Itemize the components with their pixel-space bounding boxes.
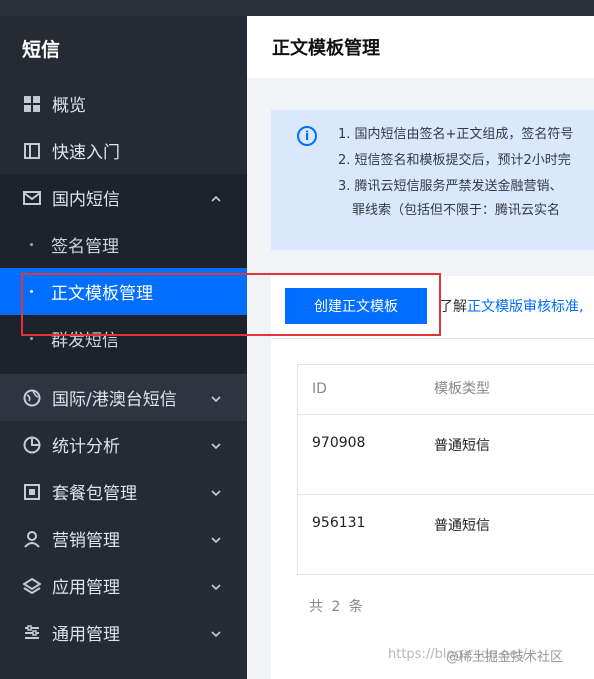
main-content: 正文模板管理 i 1. 国内短信由签名+正文组成，签名符号 2. 短信签名和模板… bbox=[247, 16, 594, 679]
sidebar-item-label: 套餐包管理 bbox=[52, 484, 137, 504]
cell-type: 普通短信 bbox=[434, 438, 490, 454]
sidebar: 短信 概览 快速入门 国内短信 签名管理 正文模板管理 群发短信 国际/港澳台短… bbox=[0, 16, 247, 679]
bullet-icon bbox=[30, 337, 33, 340]
chevron-down-icon bbox=[211, 438, 221, 452]
cell-id: 956131 bbox=[312, 515, 366, 531]
book-icon bbox=[22, 141, 42, 161]
cell-id: 970908 bbox=[312, 435, 366, 451]
sidebar-group-domestic-sms[interactable]: 国内短信 bbox=[0, 174, 247, 221]
sidebar-item-package[interactable]: 套餐包管理 bbox=[0, 468, 247, 515]
review-standard-link[interactable]: 正文模版审核标准, bbox=[467, 299, 583, 315]
mail-icon bbox=[22, 188, 42, 208]
sidebar-item-label: 签名管理 bbox=[51, 237, 119, 257]
notice-line: 2. 短信签名和模板提交后，预计2小时完 bbox=[338, 153, 571, 168]
row-divider bbox=[298, 414, 594, 415]
column-header-id[interactable]: ID bbox=[312, 365, 327, 414]
bullet-icon bbox=[30, 243, 33, 246]
user-icon bbox=[22, 529, 42, 549]
row-divider bbox=[298, 494, 594, 495]
page-title: 正文模板管理 bbox=[247, 16, 594, 78]
cell-type: 普通短信 bbox=[434, 518, 490, 534]
highlight-box bbox=[21, 273, 441, 336]
notice-line: 3. 腾讯云短信服务严禁发送金融营销、 bbox=[338, 179, 563, 194]
chevron-up-icon bbox=[211, 191, 221, 205]
chevron-down-icon bbox=[211, 626, 221, 640]
sidebar-item-label: 概览 bbox=[52, 96, 86, 116]
sidebar-item-label: 应用管理 bbox=[52, 578, 120, 598]
table-total: 共 2 条 bbox=[309, 599, 365, 615]
sidebar-item-statistics[interactable]: 统计分析 bbox=[0, 421, 247, 468]
group-spacer bbox=[0, 362, 247, 374]
divider bbox=[271, 338, 594, 339]
sidebar-item-label: 营销管理 bbox=[52, 531, 120, 551]
pie-icon bbox=[22, 435, 42, 455]
notice-lines: 1. 国内短信由签名+正文组成，签名符号 2. 短信签名和模板提交后，预计2小时… bbox=[338, 122, 594, 222]
sliders-icon bbox=[22, 623, 42, 643]
sidebar-item-label: 国内短信 bbox=[52, 190, 120, 210]
sidebar-item-label: 快速入门 bbox=[52, 143, 120, 163]
sidebar-brand: 短信 bbox=[22, 38, 61, 61]
sidebar-item-overview[interactable]: 概览 bbox=[0, 80, 247, 127]
notice-line: 1. 国内短信由签名+正文组成，签名符号 bbox=[338, 127, 574, 142]
top-strip bbox=[0, 0, 594, 16]
template-card: 创建正文模板 了解正文模版审核标准, ID 模板类型 970908 普通短信 9… bbox=[271, 276, 594, 679]
chevron-down-icon bbox=[211, 532, 221, 546]
sidebar-item-label: 统计分析 bbox=[52, 437, 120, 457]
grid-icon bbox=[22, 94, 42, 114]
sidebar-item-general[interactable]: 通用管理 bbox=[0, 609, 247, 656]
template-table: ID 模板类型 970908 普通短信 956131 普通短信 bbox=[297, 364, 594, 575]
layers-icon bbox=[22, 576, 42, 596]
sidebar-item-label: 通用管理 bbox=[52, 625, 120, 645]
review-hint: 了解正文模版审核标准, bbox=[439, 296, 583, 316]
notice-banner: i 1. 国内短信由签名+正文组成，签名符号 2. 短信签名和模板提交后，预计2… bbox=[271, 110, 594, 250]
sidebar-item-apps[interactable]: 应用管理 bbox=[0, 562, 247, 609]
info-icon: i bbox=[297, 126, 317, 146]
globe-icon bbox=[22, 388, 42, 408]
chevron-down-icon bbox=[211, 485, 221, 499]
sidebar-item-international[interactable]: 国际/港澳台短信 bbox=[0, 374, 247, 421]
notice-line: 罪线索（包括但不限于：腾讯云实名 bbox=[352, 203, 561, 218]
sidebar-item-marketing[interactable]: 营销管理 bbox=[0, 515, 247, 562]
sidebar-item-label: 国际/港澳台短信 bbox=[52, 390, 177, 410]
watermark-brand: @稀土掘金技术社区 bbox=[446, 650, 564, 665]
column-header-type[interactable]: 模板类型 bbox=[434, 365, 490, 414]
chevron-down-icon bbox=[211, 579, 221, 593]
package-icon bbox=[22, 482, 42, 502]
sidebar-item-quickstart[interactable]: 快速入门 bbox=[0, 127, 247, 174]
hint-prefix: 了解 bbox=[439, 299, 467, 315]
chevron-down-icon bbox=[211, 391, 221, 405]
sidebar-item-signature[interactable]: 签名管理 bbox=[0, 221, 247, 268]
